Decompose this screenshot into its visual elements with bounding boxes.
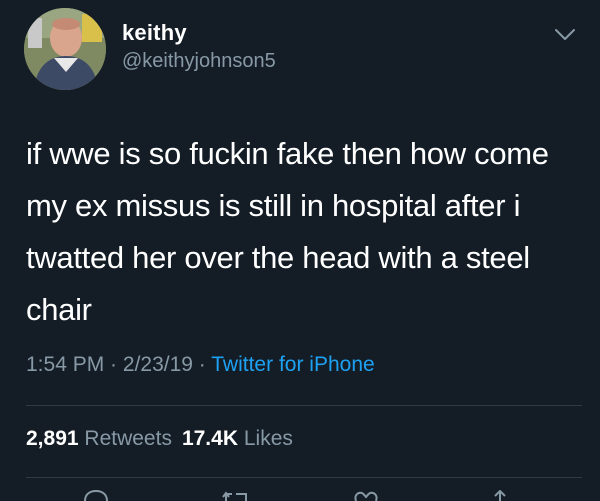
tweet-metadata: 1:54 PM · 2/23/19 · Twitter for iPhone — [26, 353, 375, 377]
tweet-date[interactable]: 2/23/19 — [123, 353, 193, 376]
divider — [26, 477, 582, 478]
tweet-source-link[interactable]: Twitter for iPhone — [211, 353, 374, 376]
meta-separator: · — [104, 353, 123, 376]
meta-separator: · — [192, 353, 212, 376]
retweet-icon[interactable] — [222, 490, 250, 501]
likes-count: 17.4K — [181, 427, 238, 450]
retweets-stat[interactable]: 2,891 Retweets — [26, 427, 172, 450]
chevron-down-icon[interactable] — [554, 28, 576, 42]
reply-icon[interactable] — [82, 490, 110, 501]
avatar[interactable] — [24, 8, 106, 90]
like-icon[interactable] — [352, 490, 380, 501]
share-icon[interactable] — [486, 490, 514, 501]
likes-stat[interactable]: 17.4K Likes — [182, 427, 293, 450]
retweets-count: 2,891 — [26, 427, 79, 450]
tweet-time[interactable]: 1:54 PM — [26, 353, 104, 376]
tweet-card: keithy @keithyjohnson5 if wwe is so fuck… — [0, 0, 600, 501]
divider — [26, 405, 582, 406]
display-name[interactable]: keithy — [122, 20, 187, 46]
engagement-stats: 2,891 Retweets 17.4K Likes — [26, 427, 293, 451]
action-bar — [0, 490, 600, 501]
likes-label: Likes — [243, 427, 293, 450]
tweet-header: keithy @keithyjohnson5 — [24, 8, 580, 90]
username[interactable]: @keithyjohnson5 — [122, 50, 276, 73]
retweets-label: Retweets — [84, 427, 172, 450]
tweet-text: if wwe is so fuckin fake then how come m… — [26, 136, 549, 327]
